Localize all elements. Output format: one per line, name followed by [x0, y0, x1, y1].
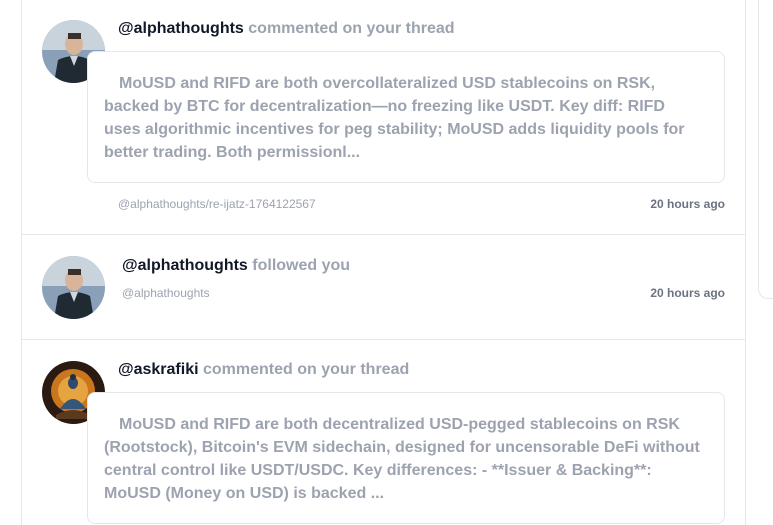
username-link[interactable]: @alphathoughts — [122, 257, 248, 274]
timestamp: 20 hours ago — [650, 197, 725, 211]
notification-action: followed you — [252, 257, 351, 274]
notification-heading: @askrafiki commented on your thread — [118, 361, 409, 379]
avatar-photo-man — [42, 256, 105, 319]
permlink[interactable]: @alphathoughts — [122, 286, 210, 300]
username-link[interactable]: @askrafiki — [118, 361, 199, 378]
notification-action: commented on your thread — [248, 20, 455, 37]
sidebar-card — [758, 0, 773, 299]
timestamp: 20 hours ago — [650, 286, 725, 300]
notification-heading: @alphathoughts commented on your thread — [118, 20, 455, 38]
notification-item[interactable]: @alphathoughts followed you @alphathough… — [22, 235, 745, 340]
avatar[interactable] — [42, 256, 105, 319]
notification-feed: @alphathoughts commented on your thread … — [21, 0, 746, 525]
username-link[interactable]: @alphathoughts — [118, 20, 244, 37]
comment-excerpt: MoUSD and RIFD are both decentralized US… — [104, 416, 700, 502]
notification-heading: @alphathoughts followed you — [122, 257, 350, 275]
notification-item[interactable]: @alphathoughts commented on your thread … — [22, 0, 745, 235]
comment-excerpt-box[interactable]: MoUSD and RIFD are both decentralized US… — [87, 392, 725, 524]
comment-excerpt-box[interactable]: MoUSD and RIFD are both overcollateraliz… — [87, 51, 725, 183]
permlink[interactable]: @alphathoughts/re-ijatz-1764122567 — [118, 197, 316, 211]
comment-excerpt: MoUSD and RIFD are both overcollateraliz… — [104, 75, 685, 161]
notification-item[interactable]: @askrafiki commented on your thread MoUS… — [22, 340, 745, 525]
notification-action: commented on your thread — [203, 361, 410, 378]
